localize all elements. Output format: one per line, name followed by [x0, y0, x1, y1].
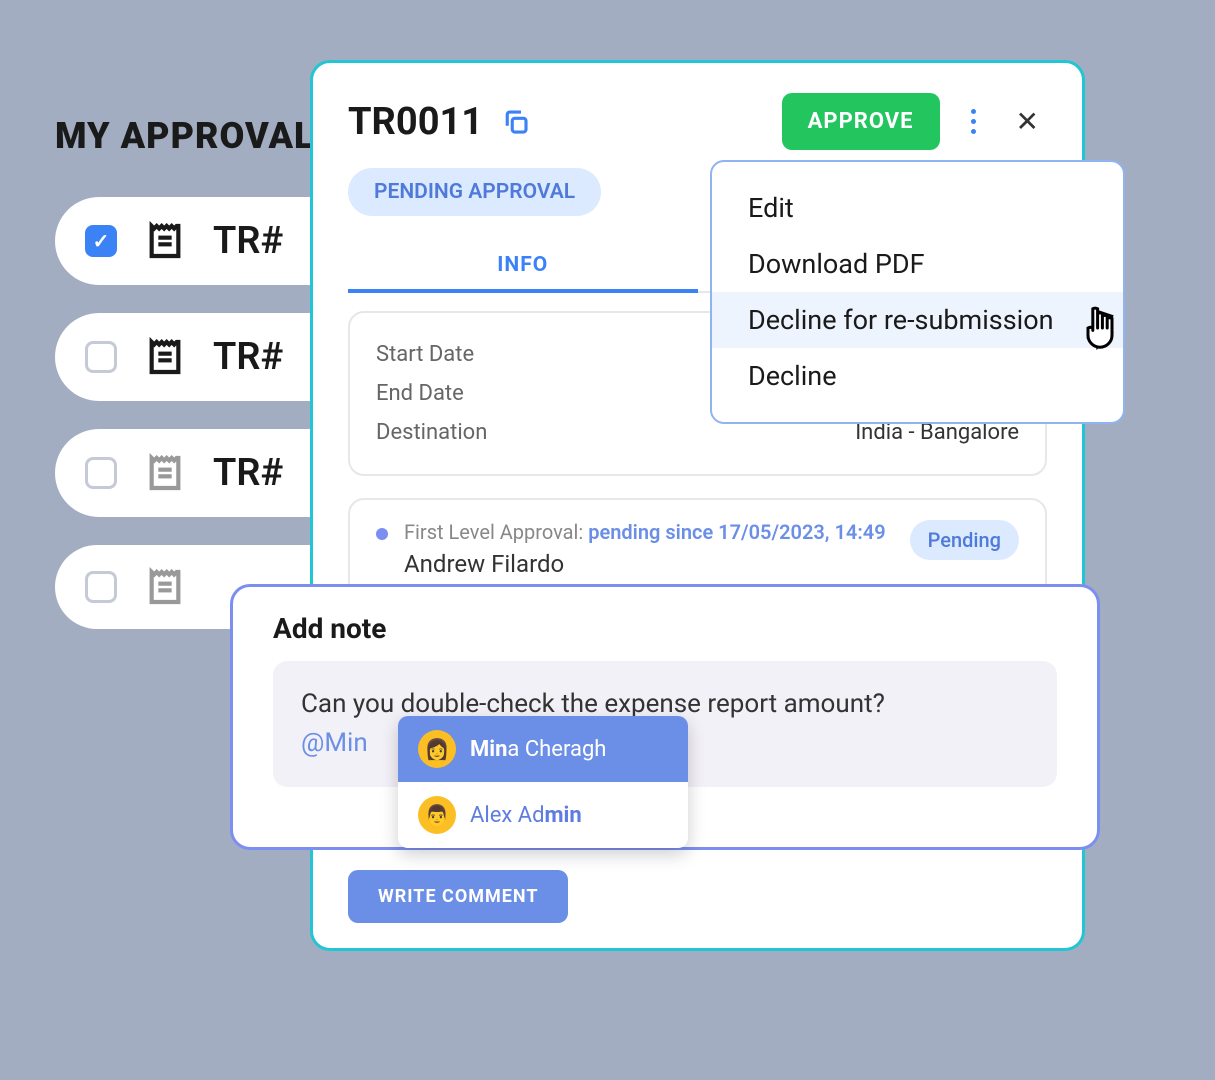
end-date-label: End Date [376, 381, 464, 406]
receipt-icon [145, 567, 185, 607]
status-dot-icon [376, 528, 388, 540]
destination-label: Destination [376, 420, 487, 445]
status-badge: PENDING APPROVAL [348, 168, 601, 216]
cursor-pointer-icon [1080, 304, 1120, 352]
menu-item-decline-resubmission[interactable]: Decline for re-submission [712, 292, 1123, 348]
mention-suggestions: 👩 Mina Cheragh 👨 Alex Admin [398, 716, 688, 848]
approval-date: pending since 17/05/2023, 14:49 [588, 520, 885, 544]
item-code: TR# [213, 451, 283, 495]
suggestion-item[interactable]: 👨 Alex Admin [398, 782, 688, 848]
approve-button[interactable]: APPROVE [782, 93, 940, 150]
receipt-icon [145, 221, 185, 261]
menu-item-download-pdf[interactable]: Download PDF [712, 236, 1123, 292]
pending-badge: Pending [910, 520, 1019, 560]
note-title: Add note [273, 612, 1057, 645]
item-code: TR# [213, 219, 283, 263]
panel-title: TR0011 [348, 100, 483, 144]
suggestion-item[interactable]: 👩 Mina Cheragh [398, 716, 688, 782]
checkbox[interactable] [85, 225, 117, 257]
start-date-label: Start Date [376, 342, 474, 367]
approver-name: Andrew Filardo [404, 550, 894, 578]
dropdown-menu: Edit Download PDF Decline for re-submiss… [710, 160, 1125, 424]
checkbox[interactable] [85, 457, 117, 489]
write-comment-button[interactable]: WRITE COMMENT [348, 870, 568, 923]
checkbox[interactable] [85, 341, 117, 373]
menu-item-edit[interactable]: Edit [712, 180, 1123, 236]
avatar: 👨 [418, 796, 456, 834]
copy-icon[interactable] [501, 107, 531, 137]
menu-item-decline[interactable]: Decline [712, 348, 1123, 404]
tab-info[interactable]: INFO [348, 241, 698, 293]
mention-text: @Min [301, 728, 368, 758]
receipt-icon [145, 337, 185, 377]
receipt-icon [145, 453, 185, 493]
item-code: TR# [213, 335, 283, 379]
approval-label: First Level Approval: [404, 520, 588, 544]
close-icon[interactable]: ✕ [1008, 105, 1047, 138]
more-menu-button[interactable] [958, 102, 990, 142]
avatar: 👩 [418, 730, 456, 768]
checkbox[interactable] [85, 571, 117, 603]
